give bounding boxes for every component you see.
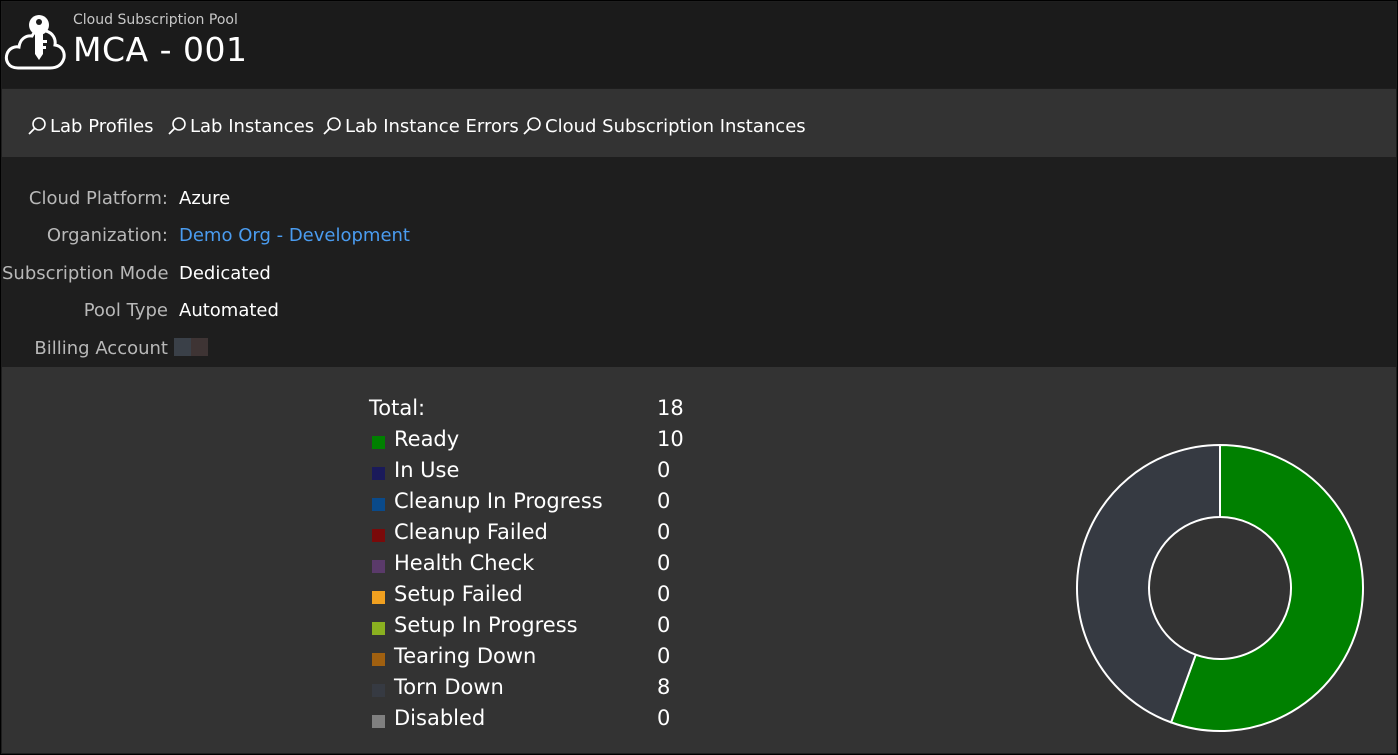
legend-swatch xyxy=(372,560,385,573)
cloud-key-icon xyxy=(4,15,66,70)
detail-value: Azure xyxy=(179,188,231,209)
page-subtitle: Cloud Subscription Pool xyxy=(73,12,238,28)
stat-value: 0 xyxy=(657,458,671,482)
legend-swatch xyxy=(372,684,385,697)
legend-swatch xyxy=(372,436,385,449)
detail-value: Automated xyxy=(179,300,279,321)
nav-lab-instance-errors[interactable]: Lab Instance Errors xyxy=(322,113,519,139)
stat-value: 0 xyxy=(657,551,671,575)
nav-label: Cloud Subscription Instances xyxy=(545,115,806,137)
stat-value: 8 xyxy=(657,675,671,699)
stats-panel: Total: 18 Ready 10 In Use 0 Cleanup In Progr… xyxy=(2,367,1396,753)
billing-account-redacted xyxy=(174,338,208,356)
stat-label: Cleanup In Progress xyxy=(394,489,603,513)
nav-label: Lab Instance Errors xyxy=(345,115,519,137)
legend-swatch xyxy=(372,715,385,728)
organization-link[interactable]: Demo Org - Development xyxy=(179,225,410,246)
stat-label: Disabled xyxy=(394,706,486,730)
nav-bar: Lab Profiles Lab Instances Lab Instance … xyxy=(2,89,1396,157)
status-donut-chart xyxy=(1076,443,1364,732)
stat-value: 0 xyxy=(657,706,671,730)
nav-cloud-subscription-instances[interactable]: Cloud Subscription Instances xyxy=(522,113,806,139)
stat-value: 0 xyxy=(657,582,671,606)
detail-value: Dedicated xyxy=(179,263,271,284)
stat-label: Cleanup Failed xyxy=(394,520,548,544)
stat-value: 18 xyxy=(657,396,684,420)
nav-label: Lab Profiles xyxy=(50,115,154,137)
detail-label: Cloud Platform: xyxy=(28,188,168,209)
header: Cloud Subscription Pool MCA - 001 xyxy=(2,2,1396,88)
stat-value: 0 xyxy=(657,613,671,637)
stat-label: Setup Failed xyxy=(394,582,523,606)
nav-lab-instances[interactable]: Lab Instances xyxy=(167,113,314,139)
legend-swatch xyxy=(372,653,385,666)
details-panel: Cloud Platform: Azure Organization: Demo… xyxy=(2,158,1396,366)
stat-value: 0 xyxy=(657,489,671,513)
nav-label: Lab Instances xyxy=(190,115,315,137)
legend-swatch xyxy=(372,591,385,604)
stat-label: Ready xyxy=(394,427,460,451)
stat-label: Torn Down xyxy=(394,675,504,699)
legend-swatch xyxy=(372,467,385,480)
nav-lab-profiles[interactable]: Lab Profiles xyxy=(27,113,154,139)
stat-label: Total: xyxy=(369,396,426,420)
search-icon xyxy=(523,117,541,135)
detail-label: Organization: xyxy=(46,225,168,246)
stat-label: Health Check xyxy=(394,551,535,575)
search-icon xyxy=(323,117,341,135)
stat-value: 10 xyxy=(657,427,684,451)
stat-value: 0 xyxy=(657,644,671,668)
stat-value: 0 xyxy=(657,520,671,544)
legend-swatch xyxy=(372,529,385,542)
legend-swatch xyxy=(372,498,385,511)
stat-label: Tearing Down xyxy=(394,644,537,668)
detail-label: Subscription Mode xyxy=(2,263,169,284)
search-icon xyxy=(168,117,186,135)
page-title: MCA - 001 xyxy=(73,30,248,69)
legend-swatch xyxy=(372,622,385,635)
stat-label: Setup In Progress xyxy=(394,613,578,637)
stat-label: In Use xyxy=(394,458,460,482)
page-frame: Cloud Subscription Pool MCA - 001 Lab Pr… xyxy=(0,0,1398,755)
detail-label: Billing Account xyxy=(34,338,168,359)
detail-label: Pool Type xyxy=(83,300,168,321)
search-icon xyxy=(28,117,46,135)
